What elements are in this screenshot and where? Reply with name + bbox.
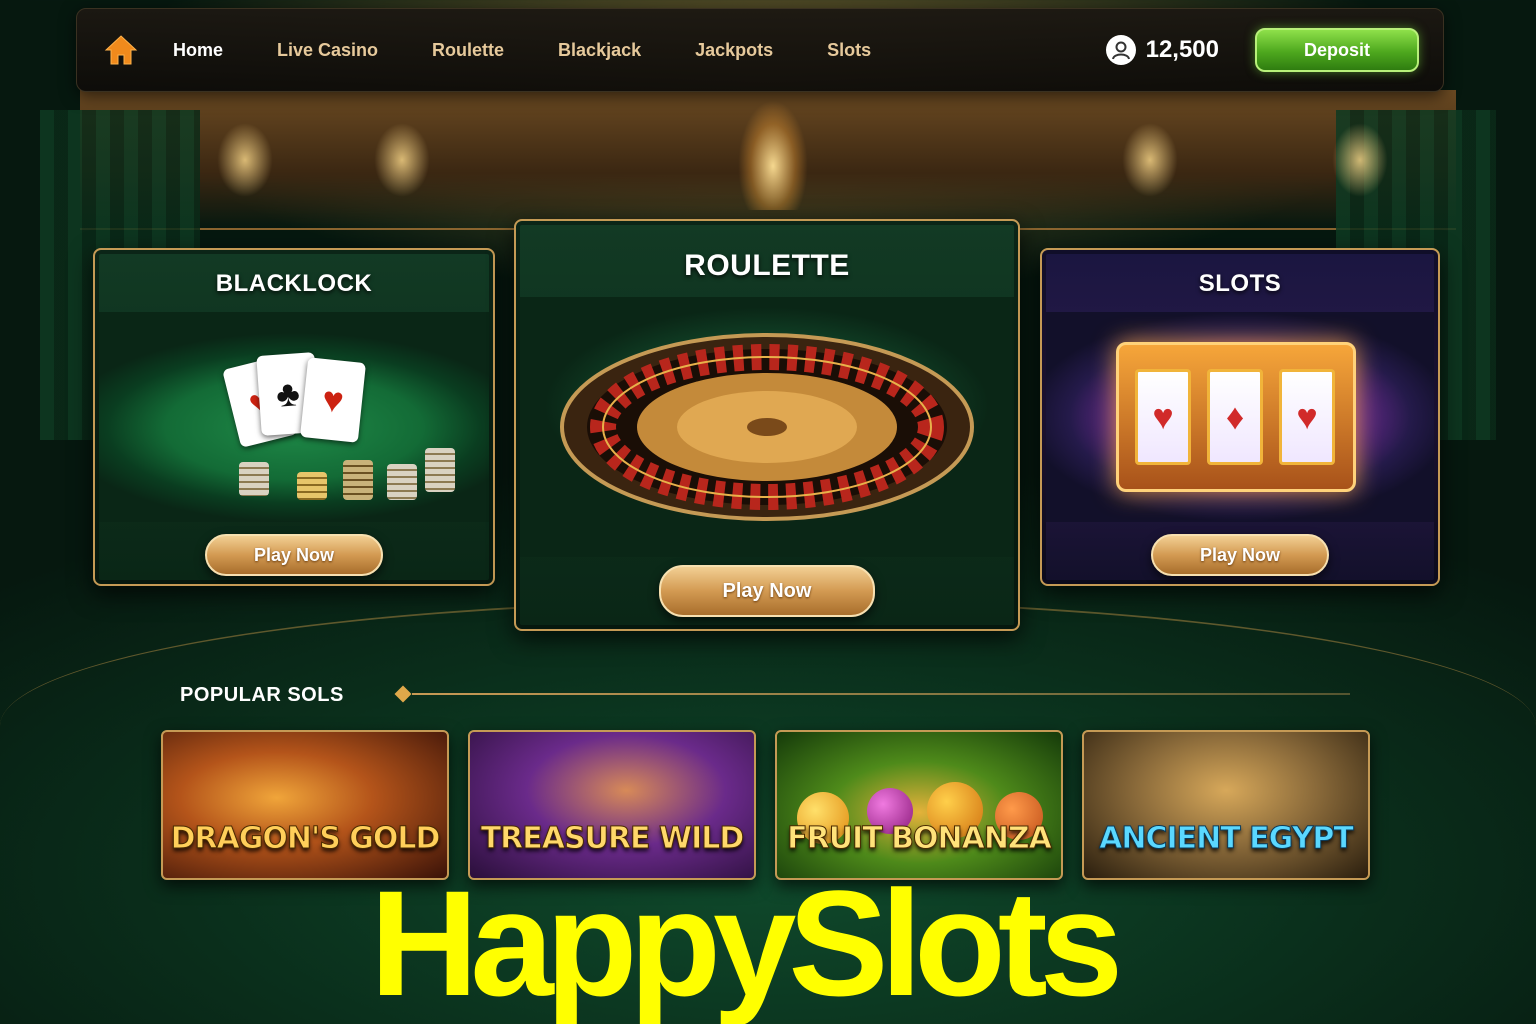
card-title: SLOTS (1198, 270, 1282, 297)
chip-stack-icon (425, 448, 455, 492)
home-icon[interactable] (101, 30, 141, 70)
blackjack-table-illustration: ♥ ♣ ♥ (99, 312, 489, 522)
chip-stack-icon (387, 464, 417, 500)
brand-watermark: HappySlots (370, 859, 1123, 1024)
slot-machine-illustration: ♥ ♦ ♥ (1046, 312, 1434, 522)
roulette-wheel-icon (560, 333, 974, 521)
slot-reel: ♦ (1207, 369, 1263, 465)
game-tile-title: ANCIENT EGYPT (1099, 821, 1355, 857)
chip-stack-icon (297, 472, 327, 500)
chandelier-light (738, 100, 808, 210)
featured-card-blackjack[interactable]: BLACKLOCK ♥ ♣ ♥ Play Now (93, 248, 495, 586)
play-now-button[interactable]: Play Now (1151, 534, 1329, 576)
game-tile[interactable]: ANCIENT EGYPT (1082, 730, 1370, 880)
wall-lamp (372, 120, 432, 200)
nav-item-live-casino[interactable]: Live Casino (277, 40, 378, 61)
balance-value: 12,500 (1145, 36, 1219, 63)
nav-item-blackjack[interactable]: Blackjack (558, 40, 641, 61)
game-tile-title: TREASURE WILD (480, 821, 745, 857)
popular-section-title: POPULAR SOLS (180, 684, 344, 706)
roulette-wheel-illustration (520, 297, 1014, 557)
card-title: BLACKLOCK (215, 270, 373, 297)
game-tile-title: DRAGON'S GOLD (170, 821, 441, 857)
play-now-button[interactable]: Play Now (205, 534, 383, 576)
nav-item-jackpots[interactable]: Jackpots (695, 40, 773, 61)
play-now-button[interactable]: Play Now (659, 565, 875, 617)
nav-item-roulette[interactable]: Roulette (432, 40, 504, 61)
featured-card-slots[interactable]: SLOTS ♥ ♦ ♥ Play Now (1040, 248, 1440, 586)
top-nav-bar: Home Live Casino Roulette Blackjack Jack… (76, 8, 1444, 92)
featured-card-roulette[interactable]: ROULETTE Play Now (514, 219, 1020, 631)
wall-lamp (1120, 120, 1180, 200)
chip-stack-icon (343, 460, 373, 500)
game-tile-title: FRUIT BONANZA (787, 821, 1053, 857)
card-title: ROULETTE (684, 249, 850, 282)
chip-stack-icon (239, 462, 269, 496)
game-tile[interactable]: FRUIT BONANZA (775, 730, 1063, 880)
playing-card-icon: ♥ (299, 357, 367, 443)
nav-item-slots[interactable]: Slots (827, 40, 871, 61)
section-divider (412, 693, 1350, 695)
nav-links: Home Live Casino Roulette Blackjack Jack… (173, 40, 925, 61)
user-avatar-icon (1105, 35, 1136, 65)
nav-item-home[interactable]: Home (173, 40, 223, 61)
deposit-button[interactable]: Deposit (1255, 28, 1419, 72)
account-balance[interactable]: 12,500 (1105, 35, 1219, 65)
wall-lamp (1330, 120, 1390, 200)
slot-reel: ♥ (1279, 369, 1335, 465)
game-tile[interactable]: TREASURE WILD (468, 730, 756, 880)
slot-reel: ♥ (1135, 369, 1191, 465)
slot-machine-icon: ♥ ♦ ♥ (1116, 342, 1356, 492)
game-tile[interactable]: DRAGON'S GOLD (161, 730, 449, 880)
wall-lamp (215, 120, 275, 200)
